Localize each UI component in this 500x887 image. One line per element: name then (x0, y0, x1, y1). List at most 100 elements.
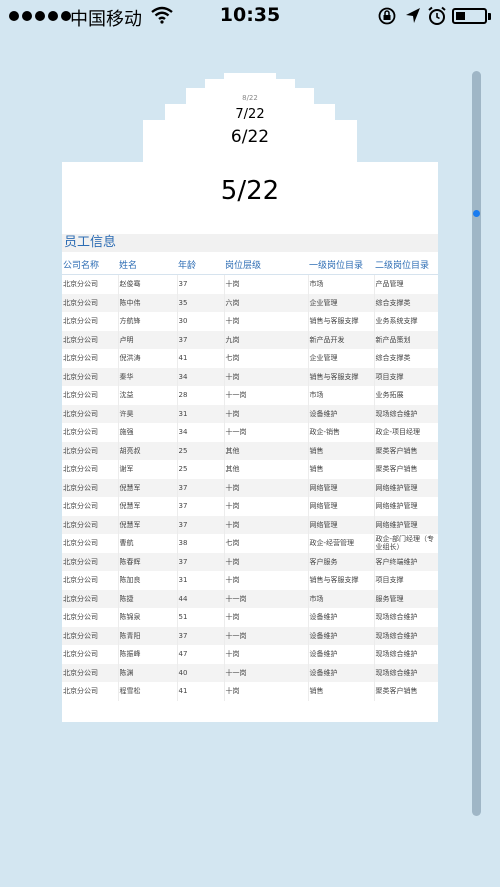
table-cell: 七岗 (224, 534, 309, 553)
table-row: 北京分公司 倪慧军 37 十岗 网络管理 网络维护管理 (62, 497, 438, 516)
table-cell: 37 (177, 515, 225, 534)
table-row: 北京分公司 许昊 31 十岗 设备维护 现场综合维护 (62, 404, 438, 423)
table-cell: 37 (177, 497, 225, 516)
table-cell: 北京分公司 (62, 312, 119, 331)
scrollbar-track[interactable] (472, 71, 481, 816)
table-cell: 产品管理 (374, 274, 438, 294)
current-page-card[interactable]: 5/22 员工信息 公司名称 姓名 年龄 岗位层级 一级岗位目录 二级岗位目录 … (62, 162, 438, 722)
table-cell: 十一岗 (224, 589, 309, 608)
table-cell: 51 (177, 608, 225, 627)
table-cell: 北京分公司 (62, 441, 119, 460)
table-cell: 十岗 (224, 367, 309, 386)
table-row: 北京分公司 卢明 37 九岗 新产品开发 新产品策划 (62, 330, 438, 349)
table-cell: 政企-部门经理（专业组长） (374, 534, 438, 553)
table-cell: 37 (177, 330, 225, 349)
table-cell: 41 (177, 349, 225, 368)
table-cell: 北京分公司 (62, 645, 119, 664)
scroll-position-indicator[interactable] (473, 210, 480, 217)
table-cell: 现场综合维护 (374, 663, 438, 682)
column-header: 二级岗位目录 (374, 254, 438, 275)
location-arrow-icon (406, 8, 420, 23)
table-cell: 十一岗 (224, 663, 309, 682)
table-cell: 十岗 (224, 478, 309, 497)
table-cell: 新产品策划 (374, 330, 438, 349)
table-cell: 北京分公司 (62, 386, 119, 405)
table-cell: 37 (177, 552, 225, 571)
table-cell: 谢军 (118, 460, 178, 479)
table-row: 北京分公司 陈青阳 37 十一岗 设备维护 现场综合维护 (62, 626, 438, 645)
table-cell: 销售与客服支撑 (308, 367, 375, 386)
column-header: 年龄 (177, 254, 224, 275)
table-cell: 北京分公司 (62, 274, 119, 294)
table-cell: 倪洪涛 (118, 349, 178, 368)
table-header-row: 公司名称 姓名 年龄 岗位层级 一级岗位目录 二级岗位目录 (62, 254, 438, 275)
table-cell: 网络管理 (308, 478, 375, 497)
table-cell: 北京分公司 (62, 404, 119, 423)
table-cell: 沈益 (118, 386, 178, 405)
table-cell: 25 (177, 460, 225, 479)
table-cell: 陈渊 (118, 663, 178, 682)
table-cell: 政企-项目经理 (374, 423, 438, 442)
table-cell: 十一岗 (224, 626, 309, 645)
table-cell: 现场综合维护 (374, 645, 438, 664)
table-cell: 九岗 (224, 330, 309, 349)
table-cell: 销售 (308, 441, 375, 460)
table-cell: 服务管理 (374, 589, 438, 608)
table-cell: 销售与客服支撑 (308, 571, 375, 590)
table-row: 北京分公司 沈益 28 十一岗 市场 业务拓展 (62, 386, 438, 405)
table-cell: 企业管理 (308, 349, 375, 368)
sheet-title: 员工信息 (62, 234, 438, 252)
table-row: 北京分公司 陈锦泉 51 十岗 设备维护 现场综合维护 (62, 608, 438, 627)
column-header: 岗位层级 (224, 254, 308, 275)
status-bar: 中国移动 10:35 (0, 0, 500, 34)
table-cell: 业务系统支撑 (374, 312, 438, 331)
table-cell: 陈加良 (118, 571, 178, 590)
battery-icon (452, 8, 487, 24)
table-row: 北京分公司 倪慧军 37 十岗 网络管理 网络维护管理 (62, 478, 438, 497)
table-cell: 其他 (224, 460, 309, 479)
table-cell: 34 (177, 367, 225, 386)
table-row: 北京分公司 陈渊 40 十一岗 设备维护 现场综合维护 (62, 663, 438, 682)
table-cell: 35 (177, 293, 225, 312)
table-cell: 陈青阳 (118, 626, 178, 645)
table-cell: 政企-经营管理 (308, 534, 375, 553)
table-cell: 34 (177, 423, 225, 442)
table-cell: 44 (177, 589, 225, 608)
table-row: 北京分公司 程雪松 41 十岗 销售 聚类客户销售 (62, 682, 438, 701)
table-cell: 卢明 (118, 330, 178, 349)
table-cell: 30 (177, 312, 225, 331)
table-cell: 陈锦泉 (118, 608, 178, 627)
table-cell: 北京分公司 (62, 682, 119, 701)
table-cell: 北京分公司 (62, 534, 119, 553)
table-cell: 聚类客户销售 (374, 682, 438, 701)
table-cell: 综合支撑类 (374, 349, 438, 368)
table-cell: 北京分公司 (62, 423, 119, 442)
table-cell: 北京分公司 (62, 293, 119, 312)
table-cell: 北京分公司 (62, 497, 119, 516)
table-cell: 倪慧军 (118, 515, 178, 534)
page-thumbnail[interactable]: 6/22 (143, 120, 357, 162)
table-cell: 项目支撑 (374, 367, 438, 386)
column-header: 姓名 (118, 254, 177, 275)
table-cell: 新产品开发 (308, 330, 375, 349)
table-cell: 七岗 (224, 349, 309, 368)
table-cell: 陈春辉 (118, 552, 178, 571)
table-cell: 北京分公司 (62, 663, 119, 682)
clock-time: 10:35 (219, 4, 281, 26)
table-cell: 网络维护管理 (374, 497, 438, 516)
table-cell: 北京分公司 (62, 330, 119, 349)
table-cell: 现场综合维护 (374, 404, 438, 423)
table-cell: 40 (177, 663, 225, 682)
table-cell: 聚类客户销售 (374, 460, 438, 479)
table-row: 北京分公司 陈振峰 47 十岗 设备维护 现场综合维护 (62, 645, 438, 664)
column-header: 一级岗位目录 (308, 254, 374, 275)
table-cell: 施强 (118, 423, 178, 442)
table-cell: 十岗 (224, 645, 309, 664)
table-cell: 北京分公司 (62, 460, 119, 479)
table-cell: 北京分公司 (62, 367, 119, 386)
table-cell: 聚类客户销售 (374, 441, 438, 460)
table-cell: 设备维护 (308, 663, 375, 682)
table-row: 北京分公司 秦华 34 十岗 销售与客服支撑 项目支撑 (62, 367, 438, 386)
battery-tip (488, 13, 491, 20)
table-cell: 项目支撑 (374, 571, 438, 590)
